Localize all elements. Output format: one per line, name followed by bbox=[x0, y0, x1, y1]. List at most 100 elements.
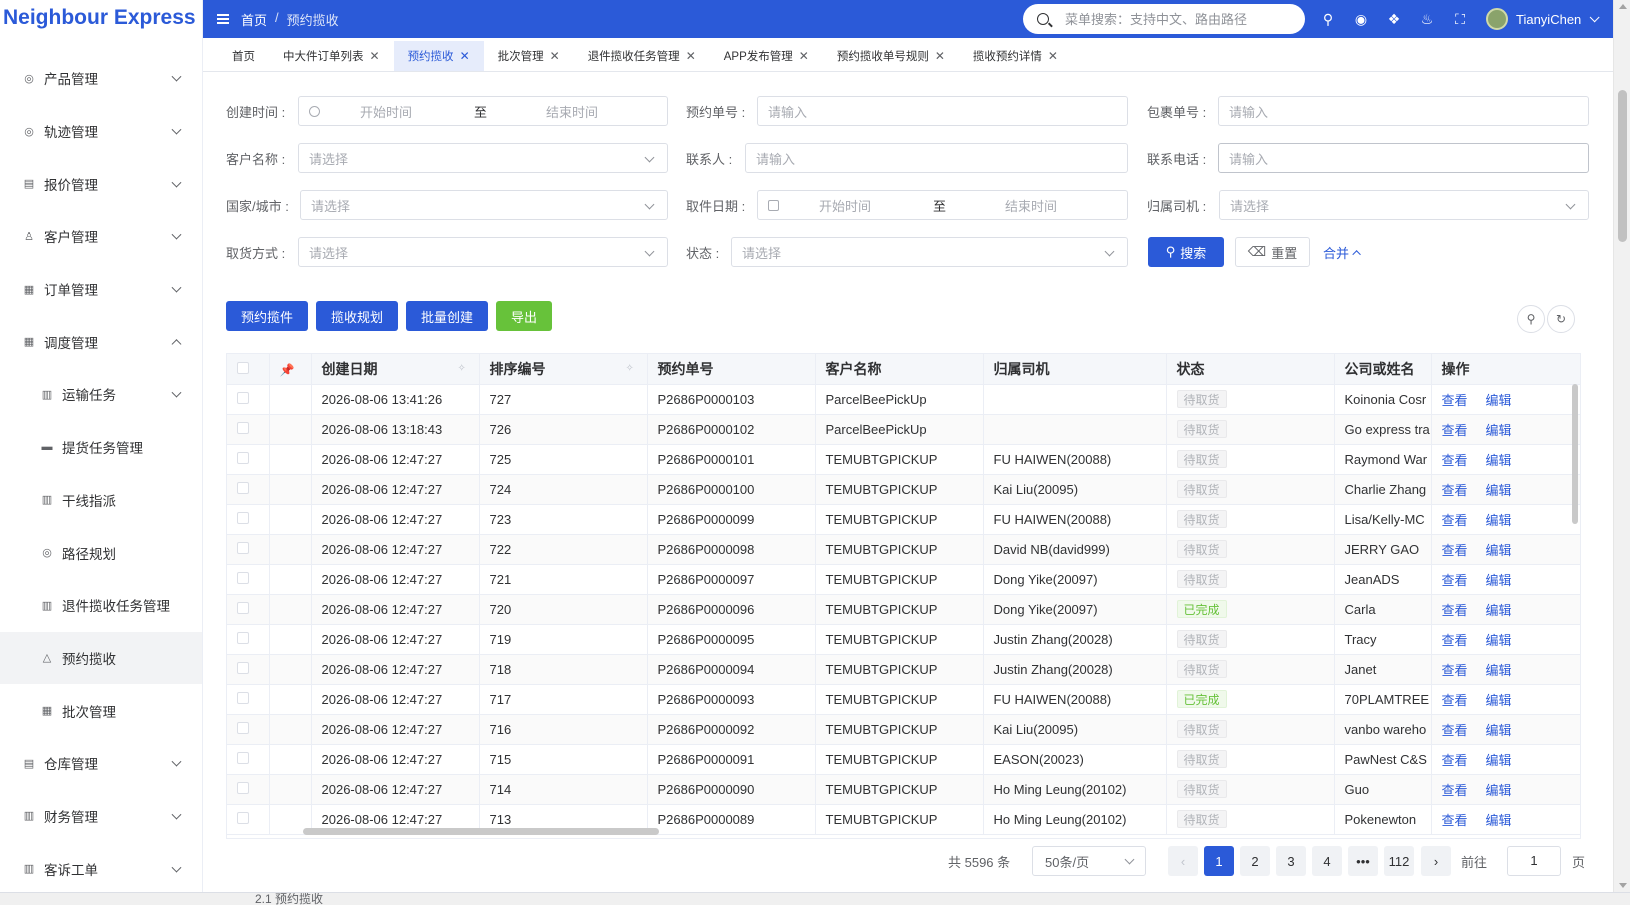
sidebar-item[interactable]: ▥ 财务管理 bbox=[0, 790, 202, 843]
view-link[interactable]: 查看 bbox=[1442, 393, 1468, 408]
sidebar-item[interactable]: ▥ 客诉工单 bbox=[0, 842, 202, 892]
sidebar-item[interactable]: ♙ 客户管理 bbox=[0, 210, 202, 263]
app-logo[interactable]: Neighbour Express bbox=[0, 0, 202, 38]
row-checkbox[interactable] bbox=[237, 601, 249, 614]
bell-icon[interactable]: ♨ bbox=[1419, 11, 1435, 28]
book-pickup-button[interactable]: 预约揽件 bbox=[226, 301, 308, 331]
column-header-seq[interactable]: 排序编号 ✧ bbox=[479, 354, 648, 385]
sidebar-item[interactable]: ▦ 调度管理 bbox=[0, 315, 202, 368]
row-checkbox[interactable] bbox=[237, 631, 249, 644]
view-link[interactable]: 查看 bbox=[1442, 603, 1468, 618]
refresh-icon[interactable]: ↻ bbox=[1547, 305, 1575, 333]
goto-page-input[interactable]: 1 bbox=[1507, 846, 1561, 876]
tab[interactable]: 揽收预约详情 ✕ bbox=[959, 41, 1072, 71]
table-row[interactable]: 2026-08-06 12:47:27 717 P2686P0000093 TEMUB… bbox=[227, 684, 1580, 715]
driver-select[interactable]: 请选择 bbox=[1219, 190, 1589, 220]
batch-create-button[interactable]: 批量创建 bbox=[406, 301, 488, 331]
view-link[interactable]: 查看 bbox=[1442, 483, 1468, 498]
close-icon[interactable]: ✕ bbox=[935, 49, 945, 63]
edit-link[interactable]: 编辑 bbox=[1486, 723, 1512, 738]
table-row[interactable]: 2026-08-06 12:47:27 724 P2686P0000100 TEMUB… bbox=[227, 474, 1580, 505]
page-button[interactable]: 112 bbox=[1384, 846, 1414, 876]
sidebar-item[interactable]: ▦ 批次管理 bbox=[0, 684, 202, 737]
table-row[interactable]: 2026-08-06 12:47:27 721 P2686P0000097 TEMUB… bbox=[227, 564, 1580, 595]
sidebar-item[interactable]: ▥ 退件揽收任务管理 bbox=[0, 579, 202, 632]
sidebar-item[interactable]: ▥ 干线指派 bbox=[0, 474, 202, 527]
country-select[interactable]: 请选择 bbox=[300, 190, 668, 220]
view-link[interactable]: 查看 bbox=[1442, 453, 1468, 468]
row-checkbox[interactable] bbox=[237, 811, 249, 824]
row-checkbox[interactable] bbox=[237, 391, 249, 404]
close-icon[interactable]: ✕ bbox=[1048, 49, 1058, 63]
table-row[interactable]: 2026-08-06 13:41:26 727 P2686P0000103 Parce… bbox=[227, 384, 1580, 415]
sidebar-item[interactable]: ▦ 订单管理 bbox=[0, 263, 202, 316]
edit-link[interactable]: 编辑 bbox=[1486, 423, 1512, 438]
sidebar-item[interactable]: ▬ 提货任务管理 bbox=[0, 421, 202, 474]
table-row[interactable]: 2026-08-06 12:47:27 722 P2686P0000098 TEMUB… bbox=[227, 534, 1580, 565]
column-header-order-no[interactable]: 预约单号 bbox=[647, 354, 816, 385]
edit-link[interactable]: 编辑 bbox=[1486, 663, 1512, 678]
row-checkbox[interactable] bbox=[237, 421, 249, 434]
close-icon[interactable]: ✕ bbox=[460, 49, 470, 63]
reset-button[interactable]: ⌫ 重置 bbox=[1235, 237, 1310, 267]
prev-page-button[interactable]: ‹ bbox=[1168, 846, 1198, 876]
view-link[interactable]: 查看 bbox=[1442, 573, 1468, 588]
row-checkbox[interactable] bbox=[237, 541, 249, 554]
edit-link[interactable]: 编辑 bbox=[1486, 513, 1512, 528]
table-horizontal-scrollbar[interactable] bbox=[303, 828, 659, 835]
pickup-method-select[interactable]: 请选择 bbox=[298, 237, 668, 267]
edit-link[interactable]: 编辑 bbox=[1486, 783, 1512, 798]
contact-field[interactable]: 请输入 bbox=[745, 143, 1128, 173]
column-header-customer[interactable]: 客户名称 bbox=[815, 354, 984, 385]
tab[interactable]: APP发布管理 ✕ bbox=[710, 41, 823, 71]
scroll-down-icon[interactable] bbox=[1619, 883, 1627, 888]
pickup-end-input[interactable]: 结束时间 bbox=[1005, 196, 1057, 215]
pin-icon[interactable]: 📌 bbox=[280, 363, 295, 377]
select-all-checkbox[interactable] bbox=[237, 361, 249, 374]
close-icon[interactable]: ✕ bbox=[370, 49, 380, 63]
export-button[interactable]: 导出 bbox=[496, 301, 552, 331]
search-toggle-icon[interactable]: ⚲ bbox=[1517, 305, 1545, 333]
table-row[interactable]: 2026-08-06 12:47:27 715 P2686P0000091 TEMUB… bbox=[227, 744, 1580, 775]
page-button[interactable]: 1 bbox=[1204, 846, 1234, 876]
column-header-driver[interactable]: 归属司机 bbox=[983, 354, 1167, 385]
tab[interactable]: 退件揽收任务管理 ✕ bbox=[574, 41, 710, 71]
pin-icon[interactable]: ✧ bbox=[458, 363, 467, 374]
table-row[interactable]: 2026-08-06 12:47:27 723 P2686P0000099 TEMUB… bbox=[227, 504, 1580, 535]
row-checkbox[interactable] bbox=[237, 751, 249, 764]
github-icon[interactable]: ◉ bbox=[1353, 11, 1369, 28]
start-time-input[interactable]: 开始时间 bbox=[360, 102, 474, 121]
pickup-start-input[interactable]: 开始时间 bbox=[819, 196, 933, 215]
hamburger-menu-icon[interactable] bbox=[217, 14, 229, 24]
avatar[interactable] bbox=[1486, 8, 1508, 30]
row-checkbox[interactable] bbox=[237, 691, 249, 704]
breadcrumb-home[interactable]: 首页 bbox=[241, 10, 267, 29]
edit-link[interactable]: 编辑 bbox=[1486, 693, 1512, 708]
collapse-toggle[interactable]: 合并 bbox=[1323, 243, 1361, 262]
phone-field[interactable]: 请输入 bbox=[1218, 143, 1589, 173]
more-pages-button[interactable]: ••• bbox=[1348, 846, 1378, 876]
sidebar-item[interactable]: ▥ 运输任务 bbox=[0, 368, 202, 421]
edit-link[interactable]: 编辑 bbox=[1486, 573, 1512, 588]
search-button[interactable]: ⚲ 搜索 bbox=[1148, 237, 1224, 267]
row-checkbox[interactable] bbox=[237, 451, 249, 464]
end-time-input[interactable]: 结束时间 bbox=[546, 102, 598, 121]
view-link[interactable]: 查看 bbox=[1442, 663, 1468, 678]
edit-link[interactable]: 编辑 bbox=[1486, 393, 1512, 408]
fullscreen-icon[interactable]: ⛶ bbox=[1452, 11, 1468, 28]
column-header-company[interactable]: 公司或姓名 bbox=[1334, 354, 1432, 385]
view-link[interactable]: 查看 bbox=[1442, 693, 1468, 708]
scroll-up-icon[interactable] bbox=[1619, 4, 1627, 9]
view-link[interactable]: 查看 bbox=[1442, 723, 1468, 738]
row-checkbox[interactable] bbox=[237, 721, 249, 734]
view-link[interactable]: 查看 bbox=[1442, 813, 1468, 828]
user-name[interactable]: TianyiChen bbox=[1516, 12, 1581, 27]
row-checkbox[interactable] bbox=[237, 781, 249, 794]
row-checkbox[interactable] bbox=[237, 511, 249, 524]
chevron-down-icon[interactable] bbox=[1589, 11, 1600, 22]
page-size-select[interactable]: 50条/页 bbox=[1032, 846, 1146, 876]
tab[interactable]: 预约揽收单号规则 ✕ bbox=[823, 41, 959, 71]
edit-link[interactable]: 编辑 bbox=[1486, 813, 1512, 828]
sidebar-item[interactable]: ◎ 产品管理 bbox=[0, 52, 202, 105]
view-link[interactable]: 查看 bbox=[1442, 783, 1468, 798]
